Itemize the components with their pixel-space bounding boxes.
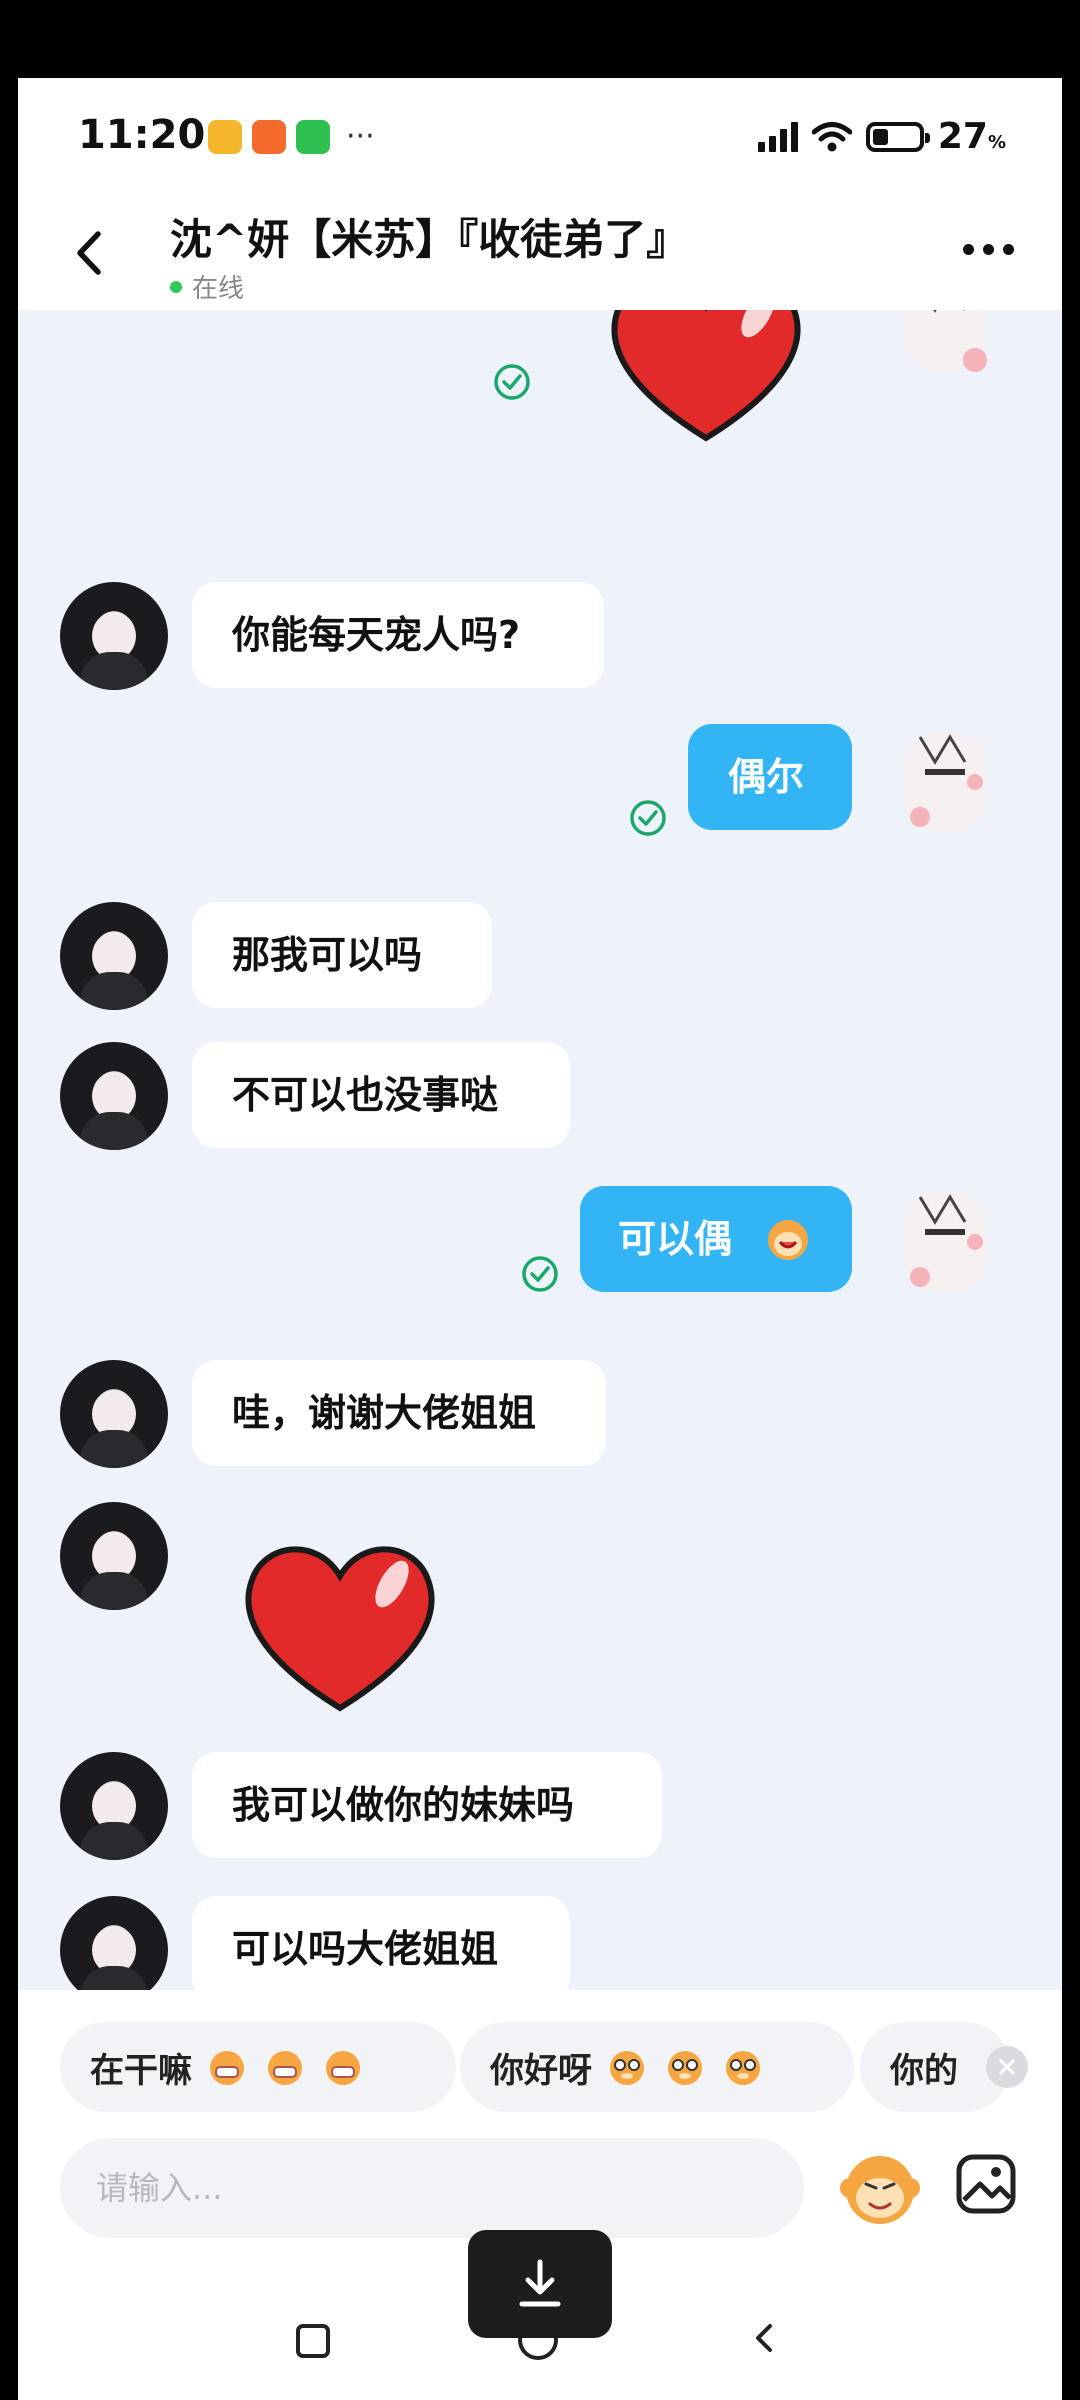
- read-check-icon: [522, 1256, 558, 1292]
- contact-avatar[interactable]: [60, 902, 168, 1010]
- grinning-monkey-emoji-icon: [210, 2051, 244, 2085]
- quick-reply-label: 你好呀: [490, 2050, 592, 2091]
- contact-avatar[interactable]: [60, 582, 168, 690]
- notification-icons: ···: [208, 120, 375, 154]
- notes-app-icon: [208, 120, 242, 154]
- download-button[interactable]: [468, 2230, 612, 2338]
- nav-back-icon[interactable]: [748, 2320, 780, 2356]
- close-quick-replies-icon[interactable]: [986, 2046, 1028, 2088]
- read-check-icon: [630, 800, 666, 836]
- monkey-emoji-icon: [768, 1220, 808, 1260]
- game-app-icon: [252, 120, 286, 154]
- phone-screen: 11:20 ··· 27% 沈^妍【米苏】『收徒弟了』 在线 你能每天宠人吗? …: [18, 78, 1062, 2400]
- wide-eyed-monkey-emoji-icon: [610, 2051, 644, 2085]
- back-arrow-icon[interactable]: [68, 228, 112, 278]
- contact-avatar[interactable]: [60, 1752, 168, 1860]
- incoming-message[interactable]: 哇，谢谢大佬姐姐: [192, 1360, 606, 1466]
- quick-reply-chip[interactable]: 在干嘛: [60, 2022, 456, 2112]
- outgoing-message-text: 可以偶: [618, 1217, 733, 1261]
- online-dot-icon: [170, 280, 182, 293]
- recent-apps-button[interactable]: [296, 2324, 330, 2358]
- wide-eyed-monkey-emoji-icon: [668, 2051, 702, 2085]
- more-options-icon[interactable]: [963, 244, 1014, 255]
- wifi-icon: [811, 121, 852, 151]
- grinning-monkey-emoji-icon: [326, 2051, 360, 2085]
- message-input[interactable]: 请输入...: [60, 2138, 804, 2238]
- status-time: 11:20: [78, 112, 206, 158]
- incoming-message[interactable]: 不可以也没事哒: [192, 1042, 570, 1148]
- quick-reply-chip[interactable]: 你好呀: [460, 2022, 854, 2112]
- contact-avatar[interactable]: [60, 1042, 168, 1150]
- signal-icon: [757, 121, 798, 152]
- image-picker-icon[interactable]: [954, 2152, 1018, 2216]
- contact-avatar[interactable]: [60, 1896, 168, 1990]
- quick-reply-label: 在干嘛: [90, 2050, 192, 2091]
- my-avatar[interactable]: [880, 712, 1010, 852]
- contact-name[interactable]: 沈^妍【米苏】『收徒弟了』: [170, 206, 688, 267]
- online-status: 在线: [170, 268, 244, 305]
- my-avatar[interactable]: [880, 1172, 1010, 1312]
- my-avatar[interactable]: [880, 310, 1010, 390]
- battery-percent: 27%: [937, 116, 1006, 157]
- monkey-emoji-button-icon[interactable]: [836, 2144, 924, 2232]
- incoming-message[interactable]: 你能每天宠人吗?: [192, 582, 604, 688]
- heart-sticker[interactable]: [606, 310, 806, 446]
- heart-sticker[interactable]: [240, 1536, 440, 1716]
- grinning-monkey-emoji-icon: [268, 2051, 302, 2085]
- read-check-icon: [494, 364, 530, 400]
- incoming-message[interactable]: 我可以做你的妹妹吗: [192, 1752, 662, 1858]
- incoming-message[interactable]: 那我可以吗: [192, 902, 492, 1008]
- wide-eyed-monkey-emoji-icon: [726, 2051, 760, 2085]
- online-status-label: 在线: [192, 274, 245, 304]
- message-list[interactable]: 你能每天宠人吗? 偶尔 那我可以吗 不可以也没事哒 可以偶 哇，谢谢大佬姐姐 我…: [18, 310, 1062, 1990]
- outgoing-message[interactable]: 可以偶: [580, 1186, 852, 1292]
- more-notifications-icon: ···: [346, 119, 375, 154]
- chat-header: 沈^妍【米苏】『收徒弟了』 在线: [18, 198, 1062, 310]
- wechat-icon: [296, 120, 330, 154]
- status-bar: 11:20 ··· 27%: [18, 78, 1062, 198]
- incoming-message[interactable]: 可以吗大佬姐姐: [192, 1896, 570, 1990]
- contact-avatar[interactable]: [60, 1502, 168, 1610]
- outgoing-message[interactable]: 偶尔: [688, 724, 852, 830]
- battery-icon: [865, 121, 930, 152]
- contact-avatar[interactable]: [60, 1360, 168, 1468]
- download-icon: [519, 2259, 561, 2307]
- quick-reply-label: 你的: [890, 2050, 958, 2091]
